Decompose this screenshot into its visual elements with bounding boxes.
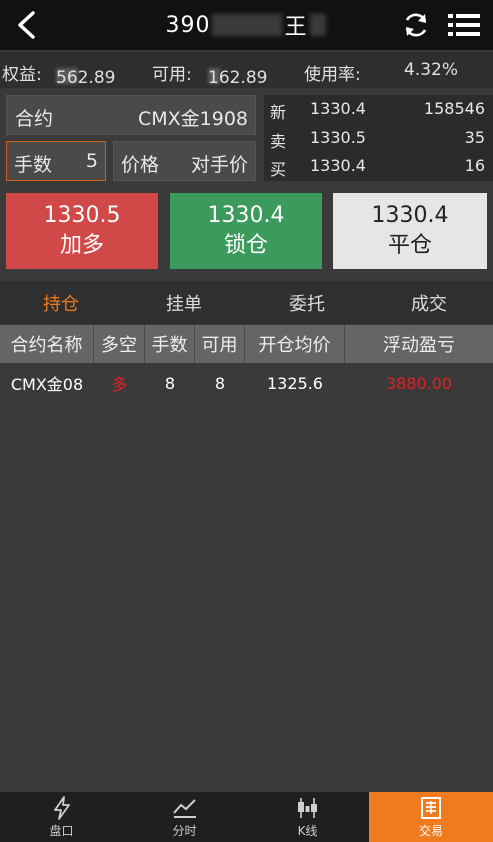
tab-bar: 持仓 挂单 委托 成交: [0, 281, 493, 324]
tab-pending-orders[interactable]: 挂单: [129, 281, 239, 324]
quote-row-last: 新 1330.4 158546: [264, 95, 493, 123]
cell-avg-price: 1325.6: [267, 373, 323, 393]
refresh-icon: [405, 13, 427, 37]
page-title: 390 王: [100, 0, 393, 50]
bottom-nav: 盘口 分时 K线 交易: [0, 792, 493, 842]
column-header-direction: 多空: [94, 325, 145, 363]
cell-contract: CMX金08: [10, 375, 84, 394]
cell-qty: 8: [164, 373, 176, 393]
close-label: 平仓: [387, 233, 432, 258]
close-price: 1330.4: [371, 203, 449, 228]
nav-label: 盘口: [49, 823, 74, 838]
available-label: 可用:: [152, 65, 192, 85]
usage-value: 4.32%: [404, 60, 459, 80]
column-header-available: 可用: [195, 325, 245, 363]
nav-trade[interactable]: 交易: [369, 792, 493, 842]
nav-label: 交易: [418, 823, 443, 838]
quote-volume: 16: [464, 156, 485, 175]
column-header-pnl: 浮动盈亏: [383, 335, 455, 356]
price-selector[interactable]: 价格 对手价: [113, 141, 256, 181]
column-header-avg-price: 开仓均价: [245, 325, 345, 363]
buy-open-label: 加多: [59, 233, 104, 258]
tab-positions[interactable]: 持仓: [6, 281, 116, 324]
price-value: 对手价: [190, 154, 248, 176]
nav-intraday[interactable]: 分时: [123, 792, 246, 842]
quote-volume: 35: [464, 128, 485, 147]
list-menu-icon: [448, 14, 480, 36]
quantity-input[interactable]: 手数 5: [6, 141, 106, 181]
lock-label: 锁仓: [223, 233, 268, 258]
contract-label: 合约: [15, 108, 54, 130]
table-row[interactable]: CMX金08 多 8 8 1325.6 3880.00: [0, 365, 493, 401]
line-chart-icon: [172, 798, 196, 818]
redacted-mask: [212, 14, 283, 36]
nav-label: K线: [297, 823, 318, 838]
quote-label: 新: [270, 103, 287, 122]
quote-row-ask: 卖 1330.5 35: [264, 124, 493, 152]
quote-row-bid: 买 1330.4 16: [264, 152, 493, 180]
quote-price: 1330.4: [310, 156, 366, 175]
account-name: 王: [284, 15, 308, 40]
account-summary: 权益: 562.89 可用: 162.89 使用率: 4.32%: [0, 52, 493, 88]
candlestick-icon: [297, 797, 317, 818]
trade-document-icon: [421, 796, 441, 819]
menu-button[interactable]: [444, 8, 484, 42]
quantity-value: 5: [85, 150, 98, 172]
lock-price: 1330.4: [207, 203, 285, 228]
refresh-button[interactable]: [398, 8, 434, 42]
column-header-qty: 手数: [145, 325, 195, 363]
quote-price: 1330.4: [310, 99, 366, 118]
tab-fills[interactable]: 成交: [374, 281, 484, 324]
redacted-mask: [309, 14, 326, 36]
quote-price: 1330.5: [310, 128, 366, 147]
quote-label: 买: [270, 160, 287, 179]
price-label: 价格: [121, 154, 160, 176]
buy-open-button[interactable]: 1330.5 加多: [6, 193, 158, 269]
lock-position-button[interactable]: 1330.4 锁仓: [170, 193, 322, 269]
account-number: 390: [165, 12, 211, 38]
nav-kline[interactable]: K线: [246, 792, 369, 842]
lightning-icon: [53, 795, 70, 820]
contract-value: CMX金1908: [137, 108, 248, 130]
tab-orders[interactable]: 委托: [252, 281, 362, 324]
positions-table-header: 合约名称 多空 手数 可用 开仓均价 浮动盈亏: [0, 325, 493, 363]
quote-label: 卖: [270, 132, 287, 151]
quote-panel: 新 1330.4 158546 卖 1330.5 35 买 1330.4 16: [264, 95, 493, 181]
nav-orderbook[interactable]: 盘口: [0, 792, 123, 842]
cell-pnl: 3880.00: [385, 373, 453, 393]
usage-label: 使用率:: [304, 65, 361, 85]
quote-volume: 158546: [423, 99, 485, 118]
cell-direction: 多: [111, 375, 128, 394]
buy-open-price: 1330.5: [43, 203, 121, 228]
nav-label: 分时: [172, 823, 197, 838]
equity-label: 权益:: [2, 65, 42, 85]
top-bar: 390 王: [0, 0, 493, 50]
contract-selector[interactable]: 合约 CMX金1908: [6, 95, 256, 135]
back-button[interactable]: [6, 5, 46, 45]
column-header-contract: 合约名称: [0, 325, 94, 363]
cell-available: 8: [214, 373, 226, 393]
quantity-label: 手数: [14, 154, 53, 176]
close-position-button[interactable]: 1330.4 平仓: [333, 193, 487, 269]
chevron-left-icon: [18, 11, 35, 39]
